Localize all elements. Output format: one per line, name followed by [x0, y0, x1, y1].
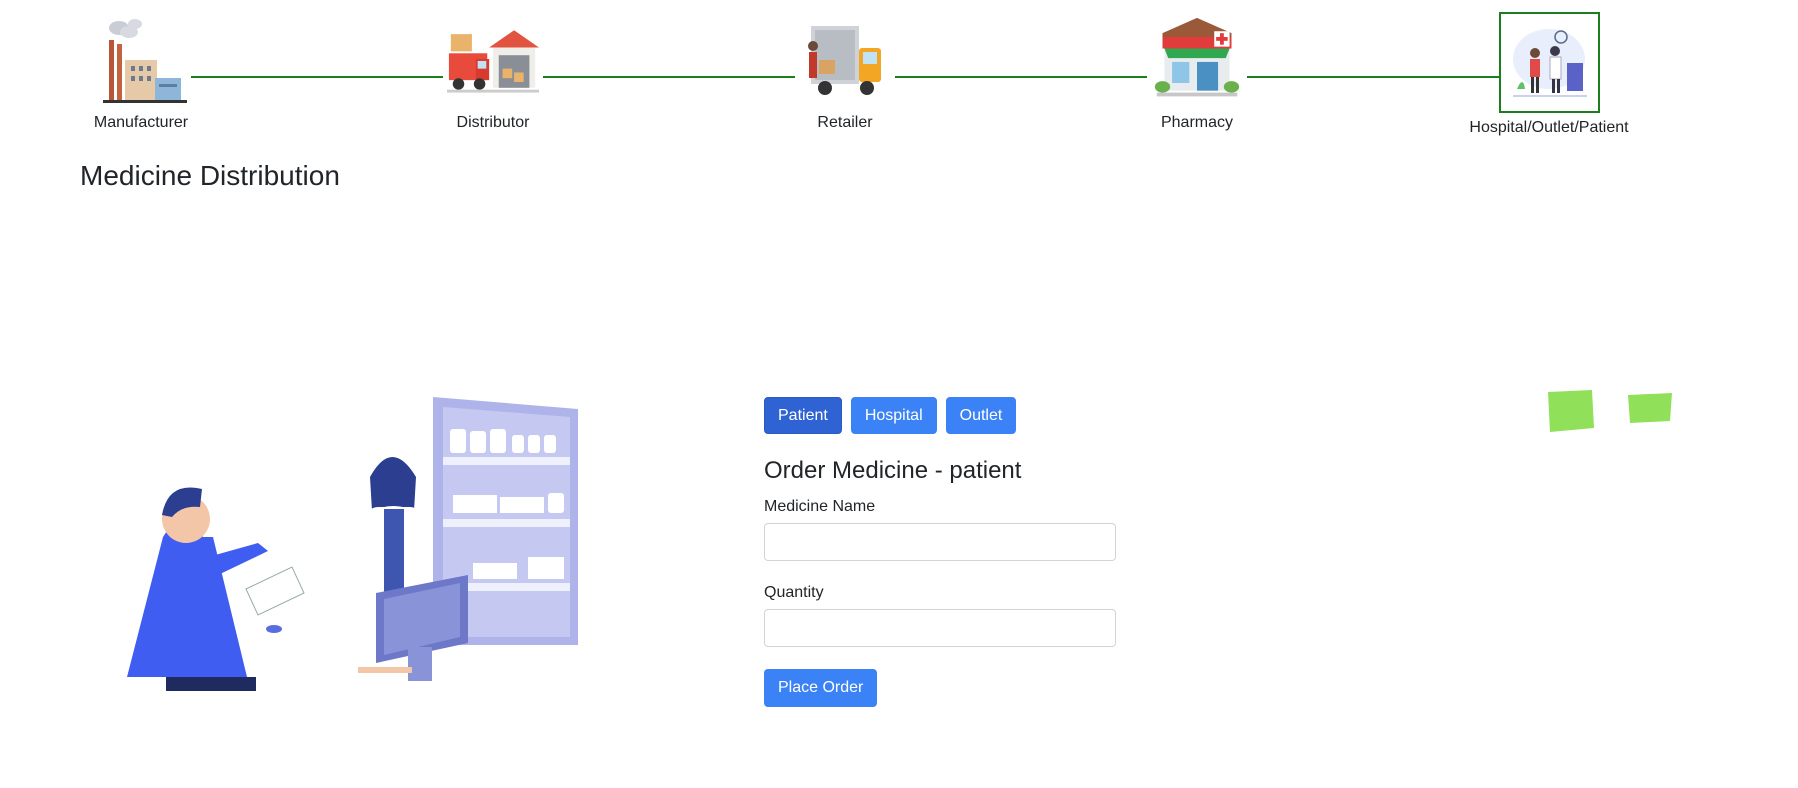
step-label: Distributor [456, 114, 530, 131]
hospital-patient-icon [1498, 12, 1600, 113]
page-title: Medicine Distribution [80, 160, 340, 191]
supply-chain-stepper: Manufacturer Distributor Retailer Pharma… [0, 0, 1798, 150]
tab-patient[interactable]: Patient [764, 397, 842, 434]
quantity-label: Quantity [764, 584, 824, 601]
green-blob-decoration [1546, 390, 1594, 437]
place-order-button[interactable]: Place Order [764, 669, 878, 707]
pharmacist-illustration [108, 397, 588, 737]
green-blob-decoration [1628, 393, 1672, 430]
recipient-tabs: Patient Hospital Outlet [764, 397, 1017, 434]
tab-outlet[interactable]: Outlet [945, 397, 1017, 434]
medicine-name-label: Medicine Name [764, 498, 876, 515]
step-label: Manufacturer [93, 114, 189, 131]
order-form-title: Order Medicine - patient [764, 457, 1022, 484]
quantity-input[interactable] [764, 609, 1116, 647]
step-manufacturer[interactable]: Manufacturer [41, 12, 241, 132]
delivery-van-icon [797, 12, 893, 108]
warehouse-truck-icon [445, 12, 541, 108]
step-distributor[interactable]: Distributor [393, 12, 593, 132]
factory-icon [93, 12, 189, 108]
medicine-name-input[interactable] [764, 523, 1116, 561]
step-label: Retailer [817, 114, 873, 131]
step-hospital-outlet-patient[interactable]: Hospital/Outlet/Patient [1449, 12, 1649, 137]
step-label: Hospital/Outlet/Patient [1469, 119, 1629, 136]
step-pharmacy[interactable]: Pharmacy [1097, 12, 1297, 132]
tab-hospital[interactable]: Hospital [850, 397, 937, 434]
pharmacy-store-icon [1149, 12, 1245, 108]
step-label: Pharmacy [1160, 114, 1234, 131]
step-retailer[interactable]: Retailer [745, 12, 945, 132]
